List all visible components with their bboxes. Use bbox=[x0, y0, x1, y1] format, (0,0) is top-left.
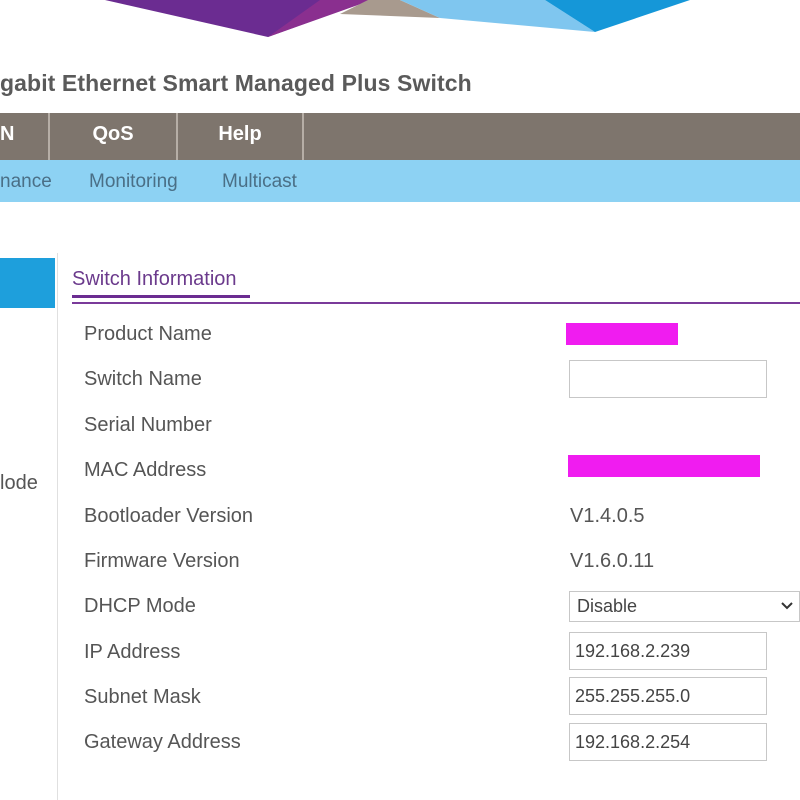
mac-address-redacted-value bbox=[568, 455, 760, 477]
sub-menu-item-monitoring[interactable]: Monitoring bbox=[89, 160, 178, 202]
main-menu: N QoS Help bbox=[0, 113, 800, 160]
ip-address-label: IP Address bbox=[84, 641, 181, 663]
subnet-mask-input[interactable] bbox=[569, 677, 767, 715]
header-banner-graphic bbox=[105, 0, 690, 37]
sub-menu-item-maintenance[interactable]: nance bbox=[0, 160, 52, 202]
main-menu-separator bbox=[302, 113, 304, 160]
sub-menu-item-multicast[interactable]: Multicast bbox=[222, 160, 297, 202]
bootloader-version-value: V1.4.0.5 bbox=[570, 505, 645, 527]
mac-address-label: MAC Address bbox=[84, 459, 207, 481]
subnet-mask-label: Subnet Mask bbox=[84, 686, 201, 708]
dhcp-mode-label: DHCP Mode bbox=[84, 595, 196, 617]
chevron-down-icon bbox=[781, 602, 793, 610]
firmware-version-label: Firmware Version bbox=[84, 550, 240, 572]
bootloader-version-label: Bootloader Version bbox=[84, 505, 254, 527]
switch-name-input[interactable] bbox=[569, 360, 767, 398]
ip-address-input[interactable] bbox=[569, 632, 767, 670]
main-menu-item-qos[interactable]: QoS bbox=[50, 113, 176, 160]
serial-number-label: Serial Number bbox=[84, 414, 212, 436]
gateway-address-input[interactable] bbox=[569, 723, 767, 761]
main-menu-item-vlan[interactable]: N bbox=[0, 113, 48, 160]
sub-menu: nance Monitoring Multicast bbox=[0, 160, 800, 202]
section-title: Switch Information bbox=[72, 268, 237, 290]
switch-name-label: Switch Name bbox=[84, 368, 202, 390]
product-title: gabit Ethernet Smart Managed Plus Switch bbox=[0, 70, 472, 96]
firmware-version-value: V1.6.0.11 bbox=[570, 550, 655, 572]
main-menu-item-help[interactable]: Help bbox=[178, 113, 302, 160]
dhcp-mode-select[interactable]: Disable bbox=[569, 591, 800, 622]
product-name-label: Product Name bbox=[84, 323, 212, 345]
product-name-redacted-value bbox=[566, 323, 678, 345]
gateway-address-label: Gateway Address bbox=[84, 731, 241, 753]
left-nav-item-mode[interactable]: lode bbox=[0, 472, 38, 495]
section-title-underline bbox=[72, 295, 250, 298]
section-divider bbox=[72, 302, 800, 304]
left-nav-active-item[interactable] bbox=[0, 258, 55, 308]
left-nav-divider bbox=[57, 253, 58, 800]
dhcp-mode-selected-value: Disable bbox=[577, 596, 638, 616]
